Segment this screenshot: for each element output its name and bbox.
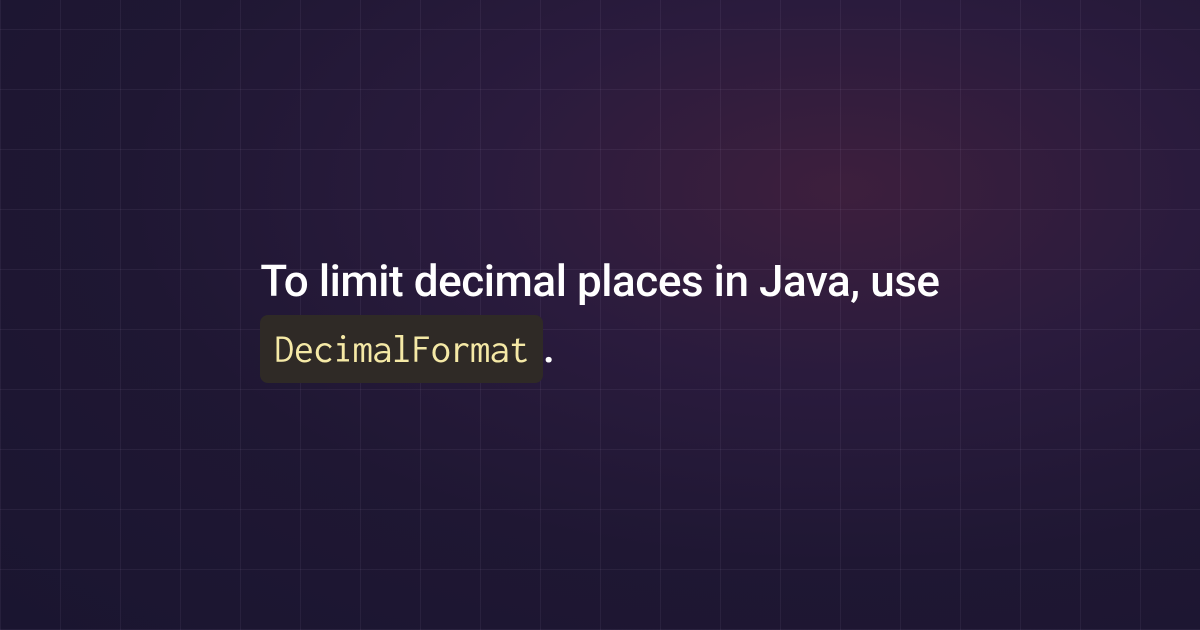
card-container: To limit decimal places in Java, use Dec… (0, 0, 1200, 630)
content-block: To limit decimal places in Java, use Dec… (220, 248, 979, 383)
text-after-code: . (543, 321, 555, 373)
code-snippet: DecimalFormat (260, 315, 542, 383)
description-text: To limit decimal places in Java, use Dec… (260, 248, 939, 383)
text-before-code: To limit decimal places in Java, use (260, 255, 939, 307)
